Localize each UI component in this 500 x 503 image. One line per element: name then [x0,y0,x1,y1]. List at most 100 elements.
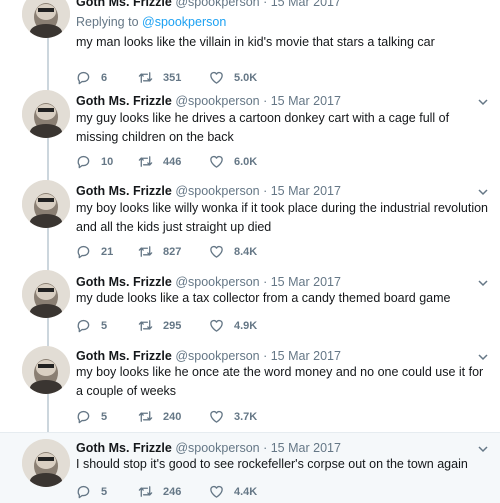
retweet-count: 246 [163,485,182,498]
reply-count: 5 [101,410,108,423]
reply-button[interactable]: 5 [76,318,107,333]
retweet-button[interactable]: 351 [138,70,181,85]
reply-count: 10 [101,155,114,168]
tweet-date[interactable]: 15 Mar 2017 [271,184,341,198]
reply-count: 5 [101,319,108,332]
tweet-text: my boy looks like willy wonka if it took… [76,201,488,234]
avatar[interactable] [22,270,70,318]
separator: · [263,184,268,198]
retweet-icon [138,156,153,167]
reply-icon [77,71,90,85]
user-handle[interactable]: @spookperson [175,349,259,363]
display-name[interactable]: Goth Ms. Frizzle [76,349,172,363]
reply-button[interactable]: 21 [76,244,113,259]
tweet[interactable]: Goth Ms. Frizzle @spookperson · 15 Mar 2… [0,342,500,432]
display-name[interactable]: Goth Ms. Frizzle [76,0,172,9]
retweet-count: 240 [163,410,182,423]
tweet-date[interactable]: 15 Mar 2017 [271,349,341,363]
tweet[interactable]: Goth Ms. Frizzle @spookperson · 15 Mar 2… [0,88,500,176]
like-count: 6.0K [234,155,258,168]
tweet-text: I should stop it's good to see rockefell… [76,457,468,471]
like-button[interactable]: 4.9K [209,318,257,333]
tweet-text: my man looks like the villain in kid's m… [76,35,435,49]
separator: · [263,275,268,289]
display-name[interactable]: Goth Ms. Frizzle [76,441,172,455]
tweet-date[interactable]: 15 Mar 2017 [271,94,341,108]
tweet[interactable]: Goth Ms. Frizzle @spookperson · 15 Mar 2… [0,432,500,503]
chevron-down-icon[interactable] [476,95,490,109]
heart-icon [210,245,223,258]
reply-icon [77,410,90,424]
reply-button[interactable]: 5 [76,484,107,499]
tweet-header: Goth Ms. Frizzle @spookperson · 15 Mar 2… [76,349,341,364]
retweet-icon [138,486,153,497]
replying-to-label: Replying to [76,15,143,29]
reply-count: 5 [101,485,108,498]
retweet-count: 351 [163,71,182,84]
like-button[interactable]: 4.4K [209,484,257,499]
user-handle[interactable]: @spookperson [175,0,259,9]
user-handle[interactable]: @spookperson [175,275,259,289]
user-handle[interactable]: @spookperson [175,184,259,198]
retweet-count: 446 [163,155,182,168]
like-count: 3.7K [234,410,258,423]
heart-icon [210,155,223,168]
avatar[interactable] [22,180,70,228]
reply-button[interactable]: 10 [76,154,113,169]
tweet[interactable]: Goth Ms. Frizzle @spookperson · 15 Mar 2… [0,0,500,88]
retweet-button[interactable]: 446 [138,154,181,169]
retweet-button[interactable]: 295 [138,318,181,333]
display-name[interactable]: Goth Ms. Frizzle [76,275,172,289]
avatar[interactable] [22,90,70,138]
chevron-down-icon[interactable] [476,350,490,364]
like-count: 4.4K [234,485,258,498]
tweet-text: my boy looks like he once ate the word m… [76,365,484,398]
retweet-button[interactable]: 240 [138,409,181,424]
reply-icon [77,245,90,259]
avatar[interactable] [22,0,70,38]
user-handle[interactable]: @spookperson [175,94,259,108]
display-name[interactable]: Goth Ms. Frizzle [76,94,172,108]
separator: · [263,349,268,363]
retweet-button[interactable]: 827 [138,244,181,259]
tweet-text: my guy looks like he drives a cartoon do… [76,111,450,144]
reply-icon [77,485,90,499]
retweet-count: 295 [163,319,182,332]
avatar[interactable] [22,346,70,394]
reply-button[interactable]: 5 [76,409,107,424]
like-button[interactable]: 3.7K [209,409,257,424]
reply-icon [77,155,90,169]
chevron-down-icon[interactable] [476,276,490,290]
chevron-down-icon[interactable] [476,442,490,456]
like-button[interactable]: 8.4K [209,244,257,259]
like-count: 8.4K [234,245,258,258]
tweet-header: Goth Ms. Frizzle @spookperson · 15 Mar 2… [76,441,341,456]
retweet-button[interactable]: 246 [138,484,181,499]
tweet-date[interactable]: 15 Mar 2017 [271,441,341,455]
heart-icon [210,71,223,84]
tweet[interactable]: Goth Ms. Frizzle @spookperson · 15 Mar 2… [0,268,500,342]
replying-to-handle[interactable]: @spookperson [142,15,226,29]
reply-count: 21 [101,245,114,258]
replying-to: Replying to @spookperson [76,15,226,30]
tweet-header: Goth Ms. Frizzle @spookperson · 15 Mar 2… [76,184,341,199]
like-count: 4.9K [234,319,258,332]
tweet[interactable]: Goth Ms. Frizzle @spookperson · 15 Mar 2… [0,178,500,268]
tweet-date[interactable]: 15 Mar 2017 [271,0,341,9]
display-name[interactable]: Goth Ms. Frizzle [76,184,172,198]
avatar[interactable] [22,439,70,487]
retweet-icon [138,246,153,257]
like-button[interactable]: 5.0K [209,70,257,85]
like-count: 5.0K [234,71,258,84]
like-button[interactable]: 6.0K [209,154,257,169]
tweet-header: Goth Ms. Frizzle @spookperson · 15 Mar 2… [76,0,341,10]
reply-count: 6 [101,71,108,84]
tweet-date[interactable]: 15 Mar 2017 [271,275,341,289]
retweet-count: 827 [163,245,182,258]
heart-icon [210,410,223,423]
heart-icon [210,319,223,332]
reply-button[interactable]: 6 [76,70,107,85]
chevron-down-icon[interactable] [476,185,490,199]
user-handle[interactable]: @spookperson [175,441,259,455]
retweet-icon [138,320,153,331]
